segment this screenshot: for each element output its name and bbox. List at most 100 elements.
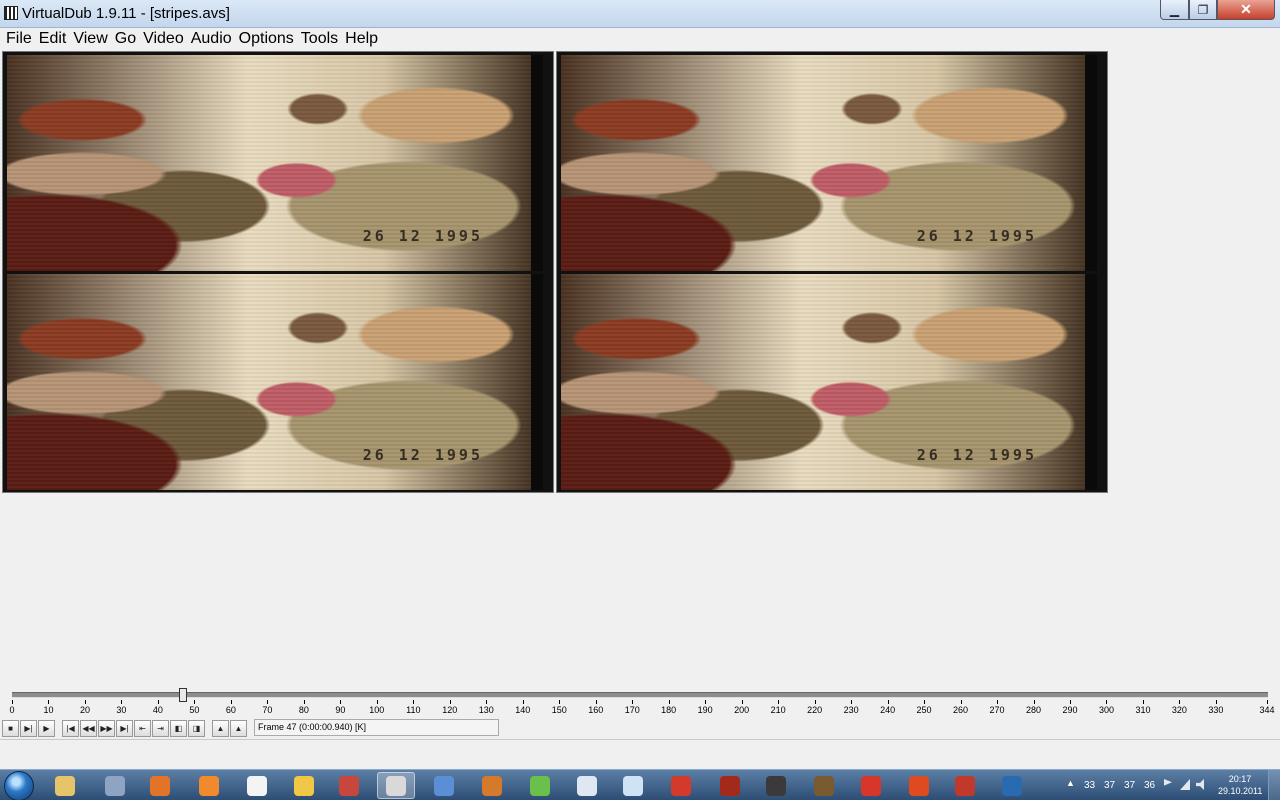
taskbar-app-explorer[interactable] (46, 772, 84, 799)
taskbar-app-mona[interactable] (805, 772, 843, 799)
taskbar-app-opera[interactable] (662, 772, 700, 799)
frame-position-field[interactable]: Frame 47 (0:00:00.940) [K] (254, 719, 499, 736)
volume-icon[interactable] (1196, 779, 1204, 790)
taskbar-app-virtualdub[interactable] (377, 772, 415, 799)
tray-value: 37 (1104, 780, 1116, 791)
close-button[interactable]: ✕ (1217, 0, 1275, 20)
taskbar-app-x[interactable] (900, 772, 938, 799)
taskbar-app-usb[interactable] (568, 772, 606, 799)
taskbar-app-disc[interactable] (993, 772, 1031, 799)
menu-file[interactable]: File (2, 30, 35, 48)
next-frame-button[interactable]: ▶▶ (98, 719, 115, 737)
timeline-tick (1069, 700, 1071, 704)
timeline-tick-label: 130 (478, 705, 494, 715)
minimize-button[interactable]: ▁ (1160, 0, 1189, 20)
output-video-pane[interactable]: 26 12 1995 26 12 1995 (556, 51, 1108, 493)
menu-video[interactable]: Video (139, 30, 187, 48)
video-frame-top: 26 12 1995 (561, 55, 1097, 271)
go-end-button[interactable]: ▶| (116, 719, 133, 737)
timeline-tick (1033, 700, 1035, 704)
prev-key-icon: ⇤ (139, 723, 146, 733)
network-icon[interactable] (1180, 779, 1190, 790)
timeline-tick-label: 110 (406, 705, 421, 715)
firefox-alt-icon (482, 775, 502, 796)
timeline-tick (924, 700, 926, 704)
start-button[interactable] (4, 771, 34, 800)
timeline-tick (84, 700, 86, 704)
explorer-icon (55, 775, 75, 796)
mark-in-button[interactable]: ▲ (212, 719, 229, 737)
taskbar-app-pencil[interactable] (285, 772, 323, 799)
taskbar-app-flag[interactable] (946, 772, 984, 799)
taskbar-app-te[interactable] (757, 772, 795, 799)
menu-edit[interactable]: Edit (35, 30, 70, 48)
menu-go[interactable]: Go (111, 30, 139, 48)
taskbar-app-yahoo[interactable] (425, 772, 463, 799)
game-icon (861, 775, 881, 796)
rss-icon (199, 775, 219, 796)
taskbar-app-app-red[interactable] (711, 772, 749, 799)
menu-audio[interactable]: Audio (187, 30, 235, 48)
timeline-track[interactable] (12, 692, 1268, 698)
go-start-button[interactable]: |◀ (62, 719, 79, 737)
timeline-tick-label: 260 (953, 705, 969, 715)
taskbar-app-firefox[interactable] (141, 772, 179, 799)
taskbar-app-scanner[interactable] (96, 772, 134, 799)
taskbar-app-puzzle[interactable] (521, 772, 559, 799)
prev-scene-button[interactable]: ◧ (170, 719, 187, 737)
play-output-button[interactable]: ▶ (38, 719, 55, 737)
input-video-pane[interactable]: 26 12 1995 26 12 1995 (2, 51, 554, 493)
prev-frame-button[interactable]: ◀◀ (80, 719, 97, 737)
taskbar-app-paint[interactable] (330, 772, 368, 799)
flag-tray-icon[interactable] (1164, 779, 1172, 786)
tray-value: 33 (1084, 780, 1096, 791)
menu-view[interactable]: View (69, 30, 110, 48)
frame-border (1085, 274, 1097, 490)
yahoo-icon (434, 775, 454, 796)
timeline-tick (997, 700, 999, 704)
timeline-tick-label: 80 (298, 705, 309, 715)
timeline-tick (12, 700, 13, 704)
next-key-button[interactable]: ⇥ (152, 719, 169, 737)
taskbar-app-game[interactable] (852, 772, 890, 799)
menu-options[interactable]: Options (235, 30, 297, 48)
menu-tools[interactable]: Tools (297, 30, 341, 48)
tray-expand-icon[interactable]: ▲ (1066, 778, 1075, 788)
timeline-tick (887, 700, 889, 704)
timeline-tick-label: 320 (1171, 705, 1187, 715)
maximize-icon: ❐ (1197, 2, 1209, 17)
timeline-tick-label: 20 (79, 705, 90, 715)
prev-key-button[interactable]: ⇤ (134, 719, 151, 737)
timeline-tick-label: 330 (1208, 705, 1224, 715)
menu-help[interactable]: Help (341, 30, 381, 48)
mark-out-button[interactable]: ▲ (230, 719, 247, 737)
video-frame-bottom: 26 12 1995 (7, 274, 543, 490)
next-scene-button[interactable]: ◨ (188, 719, 205, 737)
taskbar-app-rss[interactable] (190, 772, 228, 799)
app-red-icon (720, 775, 740, 796)
usb-icon (577, 775, 597, 796)
window-icon (623, 775, 643, 796)
play-input-button[interactable]: ▶| (20, 719, 37, 737)
taskbar-app-window[interactable] (614, 772, 652, 799)
te-icon (766, 775, 786, 796)
taskbar-app-calendar[interactable] (238, 772, 276, 799)
timeline-tick (595, 700, 597, 704)
stop-button[interactable]: ■ (2, 719, 19, 737)
timeline-tick-label: 280 (1025, 705, 1042, 715)
firefox-icon (150, 775, 170, 796)
timeline-tick-label: 220 (807, 705, 823, 715)
virtualdub-app-icon[interactable] (4, 6, 18, 20)
disc-icon (1002, 775, 1022, 796)
clock[interactable]: 20:17 29.10.2011 (1218, 773, 1262, 797)
taskbar-app-firefox-alt[interactable] (473, 772, 511, 799)
maximize-button[interactable]: ❐ (1189, 0, 1217, 20)
timeline-tick-label: 250 (916, 705, 932, 715)
show-desktop-button[interactable] (1268, 770, 1280, 800)
timeline-tick (632, 700, 634, 704)
prev-scene-icon: ◧ (174, 723, 183, 733)
title-bar[interactable]: VirtualDub 1.9.11 - [stripes.avs] ▁ ❐ ✕ (0, 0, 1280, 28)
timeline-tick-label: 30 (116, 705, 127, 715)
timeline-tick (486, 700, 488, 704)
timeline-tick (1267, 700, 1268, 704)
